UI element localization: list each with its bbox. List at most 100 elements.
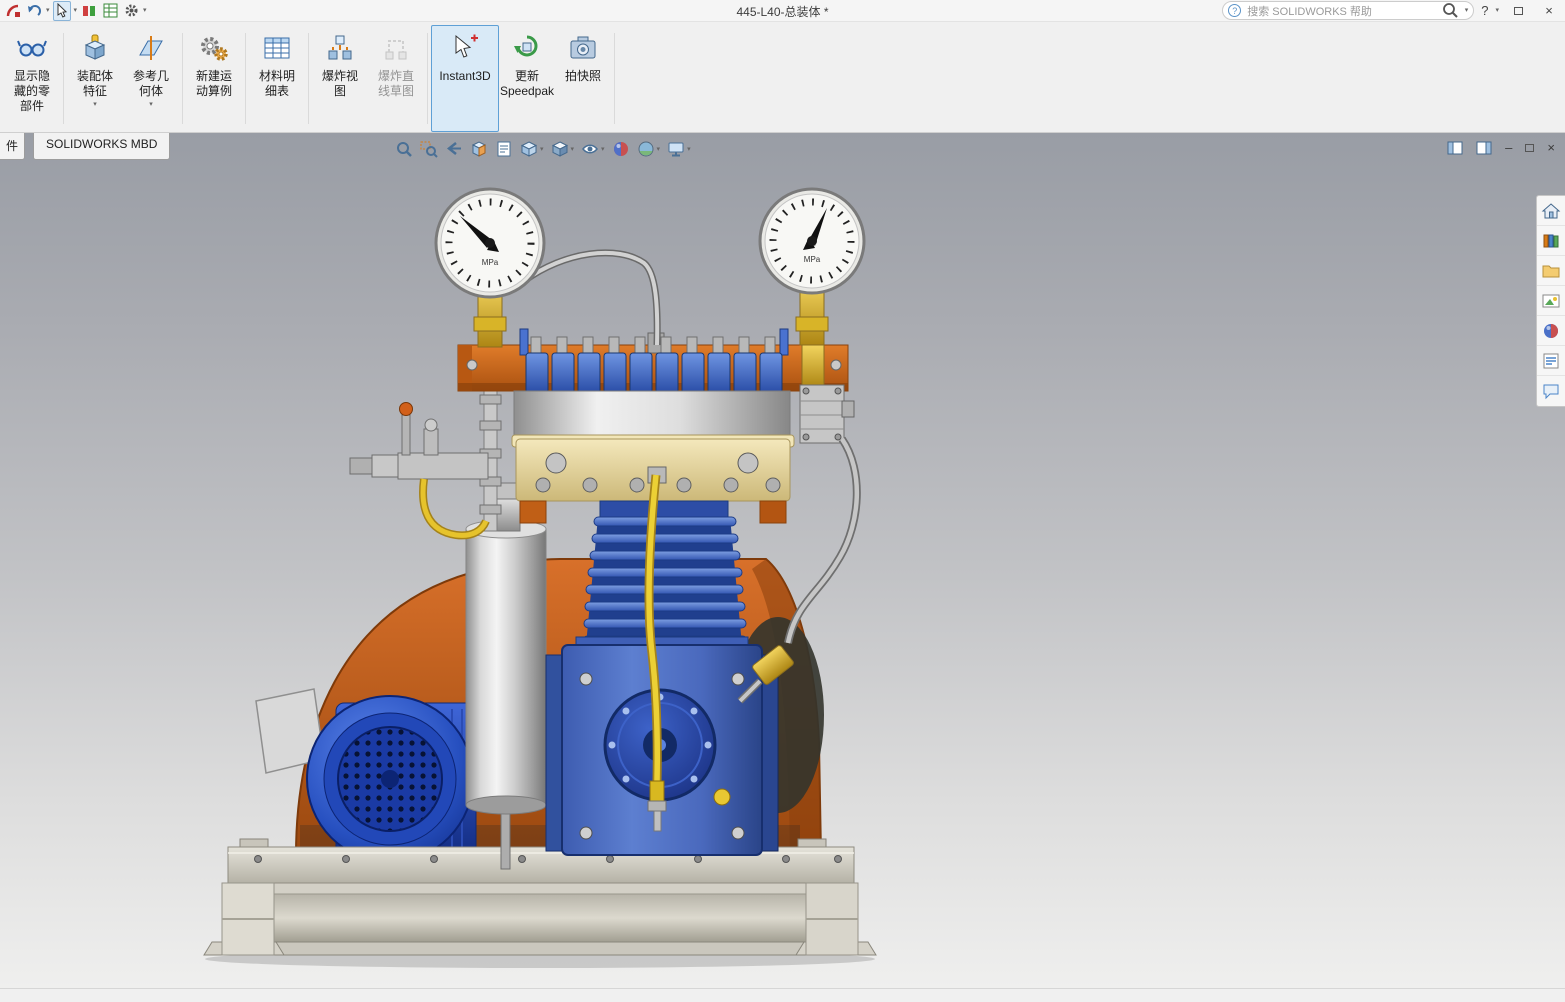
gauge-unit-left: MPa xyxy=(482,258,499,267)
zoom-area-icon xyxy=(420,140,438,158)
custom-properties-tab[interactable] xyxy=(1537,346,1565,376)
rebuild-button[interactable] xyxy=(80,1,98,21)
options-gear-button[interactable] xyxy=(122,1,140,21)
electric-motor[interactable] xyxy=(256,689,476,862)
cylinder-fins[interactable] xyxy=(583,501,747,645)
graphics-area[interactable]: MPa MPa xyxy=(0,133,1565,988)
search-icon[interactable] xyxy=(1442,2,1459,19)
zoom-fit-icon xyxy=(395,140,413,158)
reference-plane-icon xyxy=(136,33,166,67)
gauge-unit-right: MPa xyxy=(804,255,821,264)
task-pane xyxy=(1536,195,1565,407)
exploded-view-icon xyxy=(325,33,355,67)
folder-icon xyxy=(1541,261,1561,281)
zoom-to-area-button[interactable] xyxy=(418,139,440,159)
solidworks-window: ▾ ▾ ▾ 445-L40-总装体 * ? 搜索 SOLIDWORKS 帮助 ▾… xyxy=(0,0,1565,1002)
command-ribbon: 显示隐 藏的零 部件 装配体 特征 ▾ 参考几 何体 ▾ 新建运 动算例 xyxy=(0,22,1565,133)
annotation-views-icon xyxy=(495,140,513,158)
search-input[interactable]: 搜索 SOLIDWORKS 帮助 xyxy=(1247,3,1435,19)
glasses-icon xyxy=(17,33,47,67)
take-snapshot-button[interactable]: 拍快照 xyxy=(555,25,611,132)
edit-appearance-button[interactable] xyxy=(610,139,632,159)
assembly-features-button[interactable]: 装配体 特征 ▾ xyxy=(67,25,123,132)
section-view-button[interactable] xyxy=(468,139,490,159)
display-pane-icon xyxy=(1476,141,1492,155)
undo-caret[interactable]: ▾ xyxy=(46,7,50,14)
cylinder-head-drum[interactable] xyxy=(514,391,790,441)
bom-table-icon xyxy=(262,33,292,67)
doc-minimize-button[interactable]: – xyxy=(1505,140,1512,155)
hide-show-items-button[interactable]: ▾ xyxy=(579,139,607,159)
scene-sphere-icon xyxy=(637,140,655,158)
forum-tab[interactable] xyxy=(1537,376,1565,406)
update-speedpak-button[interactable]: 更新 Speedpak xyxy=(499,25,555,132)
motion-gears-icon xyxy=(199,33,229,67)
select-tool-button[interactable] xyxy=(53,1,71,21)
crankcase-block[interactable] xyxy=(546,637,778,855)
help-caret[interactable]: ▾ xyxy=(1495,7,1499,14)
doc-restore-button[interactable] xyxy=(1525,144,1534,152)
eye-icon xyxy=(581,140,599,158)
tab-partial[interactable]: 件 xyxy=(0,133,25,160)
display-style-icon xyxy=(551,140,569,158)
gauge-tube[interactable] xyxy=(524,253,657,345)
view-orientation-button[interactable]: ▾ xyxy=(518,139,546,159)
heads-up-toolbar: ▾ ▾ ▾ ▾ ▾ xyxy=(393,139,693,159)
view-palette-tab[interactable] xyxy=(1537,286,1565,316)
doc-close-button[interactable]: × xyxy=(1547,140,1555,155)
forum-icon xyxy=(1541,381,1561,401)
exploded-view-button[interactable]: 爆炸视 图 xyxy=(312,25,368,132)
close-window-button[interactable]: × xyxy=(1537,2,1561,20)
new-motion-study-button[interactable]: 新建运 动算例 xyxy=(186,25,242,132)
custom-properties-icon xyxy=(1541,351,1561,371)
home-icon xyxy=(1541,201,1561,221)
view-orientation-icon xyxy=(520,140,538,158)
camera-icon xyxy=(568,33,598,67)
previous-view-icon xyxy=(445,140,463,158)
annotation-views-button[interactable] xyxy=(493,139,515,159)
instant3d-cursor-icon xyxy=(450,33,480,67)
bill-of-materials-button[interactable]: 材料明 细表 xyxy=(249,25,305,132)
file-properties-button[interactable] xyxy=(101,1,119,21)
document-window-controls: – × xyxy=(1447,140,1555,155)
featuremanager-pane-icon xyxy=(1447,141,1463,155)
options-caret[interactable]: ▾ xyxy=(143,7,147,14)
pressure-gauge-right[interactable]: MPa xyxy=(760,189,864,345)
apply-scene-button[interactable]: ▾ xyxy=(635,139,663,159)
explode-line-sketch-button: 爆炸直 线草图 xyxy=(368,25,424,132)
zoom-to-fit-button[interactable] xyxy=(393,139,415,159)
section-view-icon xyxy=(470,140,488,158)
display-pane-button[interactable] xyxy=(1476,141,1492,155)
view-settings-button[interactable]: ▾ xyxy=(665,139,693,159)
accumulator-cylinder[interactable] xyxy=(466,483,546,869)
previous-view-button[interactable] xyxy=(443,139,465,159)
panel-tabstrip: 件 SOLIDWORKS MBD xyxy=(0,133,170,160)
reference-geometry-caret[interactable]: ▾ xyxy=(149,101,153,108)
help-button[interactable]: ? xyxy=(1481,3,1488,18)
base-rails[interactable] xyxy=(204,883,876,955)
status-bar xyxy=(0,988,1565,1002)
select-tool-caret[interactable]: ▾ xyxy=(74,7,78,14)
search-caret[interactable]: ▾ xyxy=(1465,7,1469,14)
design-library-icon xyxy=(1541,231,1561,251)
appearance-sphere-icon xyxy=(612,140,630,158)
help-search-box[interactable]: ? 搜索 SOLIDWORKS 帮助 ▾ xyxy=(1222,1,1474,20)
display-style-button[interactable]: ▾ xyxy=(549,139,577,159)
assembly-model[interactable]: MPa MPa xyxy=(0,133,1565,988)
undo-button[interactable] xyxy=(25,1,43,21)
featuremanager-pane-button[interactable] xyxy=(1447,141,1463,155)
home-tab[interactable] xyxy=(1537,196,1565,226)
restore-window-button[interactable] xyxy=(1506,2,1530,20)
tab-solidworks-mbd[interactable]: SOLIDWORKS MBD xyxy=(33,133,170,160)
show-hide-components-button[interactable]: 显示隐 藏的零 部件 xyxy=(4,25,60,132)
search-help-icon: ? xyxy=(1228,4,1241,17)
assembly-features-caret[interactable]: ▾ xyxy=(93,101,97,108)
appearances-scenes-tab[interactable] xyxy=(1537,316,1565,346)
instant3d-button[interactable]: Instant3D xyxy=(431,25,499,132)
design-library-tab[interactable] xyxy=(1537,226,1565,256)
reference-geometry-button[interactable]: 参考几 何体 ▾ xyxy=(123,25,179,132)
file-explorer-tab[interactable] xyxy=(1537,256,1565,286)
pressure-gauge-left[interactable]: MPa xyxy=(436,189,544,347)
monitor-icon xyxy=(667,140,685,158)
view-palette-icon xyxy=(1541,291,1561,311)
